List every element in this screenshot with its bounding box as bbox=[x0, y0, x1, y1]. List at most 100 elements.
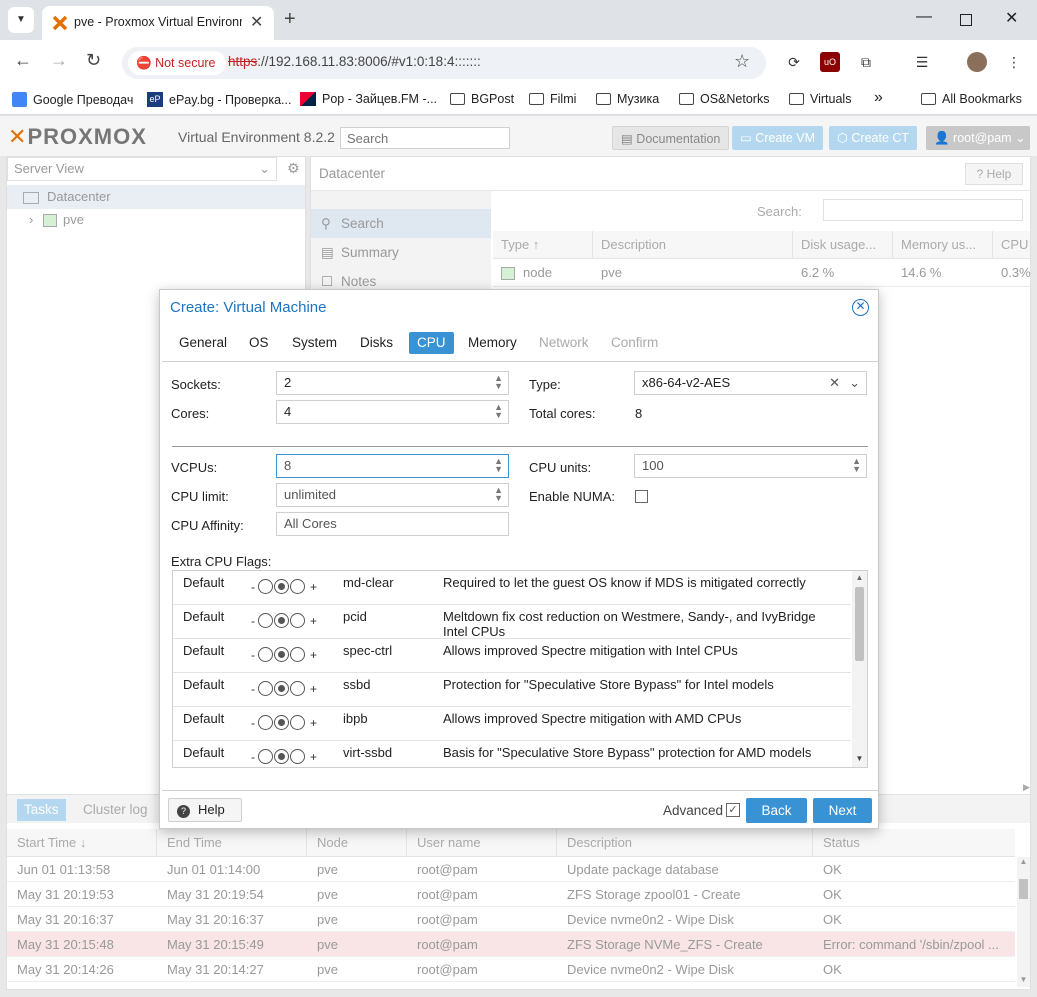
spinner-arrows-icon[interactable]: ▲ ▼ bbox=[852, 457, 861, 474]
bookmark-folder[interactable]: OS&Netorks bbox=[679, 92, 769, 106]
col-start-time[interactable]: Start Time ↓ bbox=[7, 829, 157, 857]
spinner-arrows-icon[interactable]: ▲ ▼ bbox=[494, 486, 503, 503]
affinity-input[interactable]: All Cores bbox=[276, 512, 509, 536]
server-view-select[interactable]: Server View ⌄ bbox=[7, 157, 277, 181]
bookmark-item[interactable]: eP ePay.bg - Проверка... bbox=[147, 92, 291, 107]
scroll-right-icon[interactable]: ▶ bbox=[1023, 782, 1030, 793]
bookmark-folder[interactable]: BGPost bbox=[450, 92, 514, 106]
radio-default[interactable] bbox=[274, 681, 289, 696]
tab-search-icon[interactable]: ▼ bbox=[8, 7, 34, 33]
radio-default[interactable] bbox=[274, 715, 289, 730]
tab-memory[interactable]: Memory bbox=[460, 332, 525, 354]
bookmark-item[interactable]: Google Преводач bbox=[12, 92, 133, 107]
help-button[interactable]: ? Help bbox=[168, 798, 242, 822]
table-row[interactable]: May 31 20:16:37 May 31 20:16:37 pve root@pa… bbox=[7, 907, 1015, 932]
address-bar[interactable]: ⛔ Not secure https://192.168.11.83:8006/… bbox=[122, 47, 766, 79]
scroll-up-icon[interactable]: ▲ bbox=[1017, 857, 1030, 866]
new-tab-icon[interactable]: + bbox=[284, 8, 296, 31]
tab-system[interactable]: System bbox=[284, 332, 345, 354]
tab-network[interactable]: Network bbox=[531, 332, 597, 354]
tab-os[interactable]: OS bbox=[241, 332, 277, 354]
vcpus-spinner[interactable]: 8 ▲ ▼ bbox=[276, 454, 509, 478]
scroll-up-icon[interactable]: ▲ bbox=[852, 573, 867, 582]
window-close-icon[interactable]: ✕ bbox=[1005, 8, 1018, 28]
back-arrow-icon[interactable]: ← bbox=[14, 50, 32, 71]
history-sync-icon[interactable]: ⟳ bbox=[784, 52, 804, 72]
radio-default[interactable] bbox=[274, 613, 289, 628]
user-menu-button[interactable]: 👤 root@pam ⌄ bbox=[926, 126, 1030, 150]
ublock-icon[interactable]: uO bbox=[820, 52, 840, 72]
close-icon[interactable]: ✕ bbox=[852, 299, 869, 316]
col-description[interactable]: Description bbox=[557, 829, 813, 857]
tasks-scrollbar[interactable]: ▲ ▼ bbox=[1017, 857, 1030, 987]
bookmark-star-icon[interactable]: ☆ bbox=[734, 51, 750, 72]
cpu-type-select[interactable]: x86-64-v2-AES ✕ ⌄ bbox=[634, 371, 867, 395]
radio-default[interactable] bbox=[274, 647, 289, 662]
radio-on[interactable] bbox=[290, 681, 305, 696]
extensions-puzzle-icon[interactable]: ⧉ bbox=[856, 52, 876, 72]
next-button[interactable]: Next bbox=[813, 798, 872, 823]
global-search-input[interactable] bbox=[340, 127, 510, 149]
help-button-top[interactable]: ? Help bbox=[965, 163, 1023, 185]
radio-on[interactable] bbox=[290, 613, 305, 628]
tree-item-node[interactable]: › pve bbox=[7, 209, 305, 231]
tree-item-datacenter[interactable]: Datacenter bbox=[7, 185, 305, 209]
scroll-down-icon[interactable]: ▼ bbox=[852, 754, 867, 763]
col-cpu[interactable]: CPU bbox=[993, 231, 1030, 259]
tab-close-icon[interactable]: ✕ bbox=[250, 12, 263, 32]
browser-tab-active[interactable]: pve - Proxmox Virtual Environment ✕ bbox=[42, 6, 274, 40]
not-secure-badge[interactable]: ⛔ Not secure bbox=[128, 51, 226, 75]
radio-default[interactable] bbox=[274, 749, 289, 764]
radio-on[interactable] bbox=[290, 715, 305, 730]
reload-icon[interactable]: ↻ bbox=[86, 50, 101, 71]
clear-icon[interactable]: ✕ bbox=[829, 372, 840, 394]
tab-cluster-log[interactable]: Cluster log bbox=[83, 799, 148, 821]
col-description[interactable]: Description bbox=[593, 231, 793, 259]
maximize-icon[interactable] bbox=[960, 14, 972, 26]
radio-on[interactable] bbox=[290, 749, 305, 764]
radio-default[interactable] bbox=[274, 579, 289, 594]
tasks-scroll-thumb[interactable] bbox=[1019, 879, 1028, 899]
radio-on[interactable] bbox=[290, 579, 305, 594]
nav-search[interactable]: ⚲ Search bbox=[311, 209, 491, 238]
gear-icon[interactable]: ⚙ bbox=[287, 160, 300, 177]
profile-avatar[interactable] bbox=[967, 52, 987, 72]
chevron-down-icon[interactable]: ⌄ bbox=[849, 372, 860, 394]
back-button[interactable]: Back bbox=[746, 798, 807, 823]
cpu-units-spinner[interactable]: 100 ▲ ▼ bbox=[634, 454, 867, 478]
table-row[interactable]: May 31 20:19:53 May 31 20:19:54 pve root@pa… bbox=[7, 882, 1015, 907]
radio-off[interactable] bbox=[258, 681, 273, 696]
menu-dots-icon[interactable]: ⋮ bbox=[1004, 52, 1024, 72]
cpu-limit-spinner[interactable]: unlimited ▲ ▼ bbox=[276, 483, 509, 507]
bookmark-folder[interactable]: Музика bbox=[596, 92, 659, 106]
cores-spinner[interactable]: 4 ▲ ▼ bbox=[276, 400, 509, 424]
scroll-down-icon[interactable]: ▼ bbox=[1017, 975, 1030, 984]
radio-off[interactable] bbox=[258, 579, 273, 594]
numa-checkbox[interactable] bbox=[635, 490, 648, 503]
col-disk[interactable]: Disk usage... bbox=[793, 231, 893, 259]
col-node[interactable]: Node bbox=[307, 829, 407, 857]
bookmark-folder[interactable]: Virtuals bbox=[789, 92, 851, 106]
radio-on[interactable] bbox=[290, 647, 305, 662]
bookmark-folder[interactable]: Filmi bbox=[529, 92, 576, 106]
spinner-arrows-icon[interactable]: ▲ ▼ bbox=[494, 457, 503, 474]
sockets-spinner[interactable]: 2 ▲ ▼ bbox=[276, 371, 509, 395]
flags-scrollbar[interactable]: ▲ ▼ bbox=[852, 571, 867, 767]
all-bookmarks-folder[interactable]: All Bookmarks bbox=[921, 92, 1022, 106]
create-vm-button[interactable]: ▭ Create VM bbox=[732, 126, 824, 150]
minimize-icon[interactable]: — bbox=[916, 8, 932, 26]
advanced-checkbox[interactable]: ✓ bbox=[726, 803, 740, 817]
col-type[interactable]: Type ↑ bbox=[493, 231, 593, 259]
tab-general[interactable]: General bbox=[171, 332, 235, 354]
grid-search-input[interactable] bbox=[823, 199, 1023, 221]
tab-tasks[interactable]: Tasks bbox=[17, 799, 66, 821]
radio-off[interactable] bbox=[258, 749, 273, 764]
col-status[interactable]: Status bbox=[813, 829, 1015, 857]
tab-disks[interactable]: Disks bbox=[352, 332, 401, 354]
table-row[interactable]: May 31 20:14:26 May 31 20:14:27 pve root@pa… bbox=[7, 957, 1015, 982]
bookmark-item[interactable]: Pop - Зайцев.FM -... bbox=[300, 92, 437, 106]
url-text[interactable]: https://192.168.11.83:8006/#v1:0:18:4:::… bbox=[228, 54, 481, 69]
more-bookmarks-icon[interactable]: » bbox=[874, 89, 883, 107]
create-ct-button[interactable]: ⬡ Create CT bbox=[829, 126, 918, 150]
nav-summary[interactable]: ▤ Summary bbox=[311, 238, 491, 267]
